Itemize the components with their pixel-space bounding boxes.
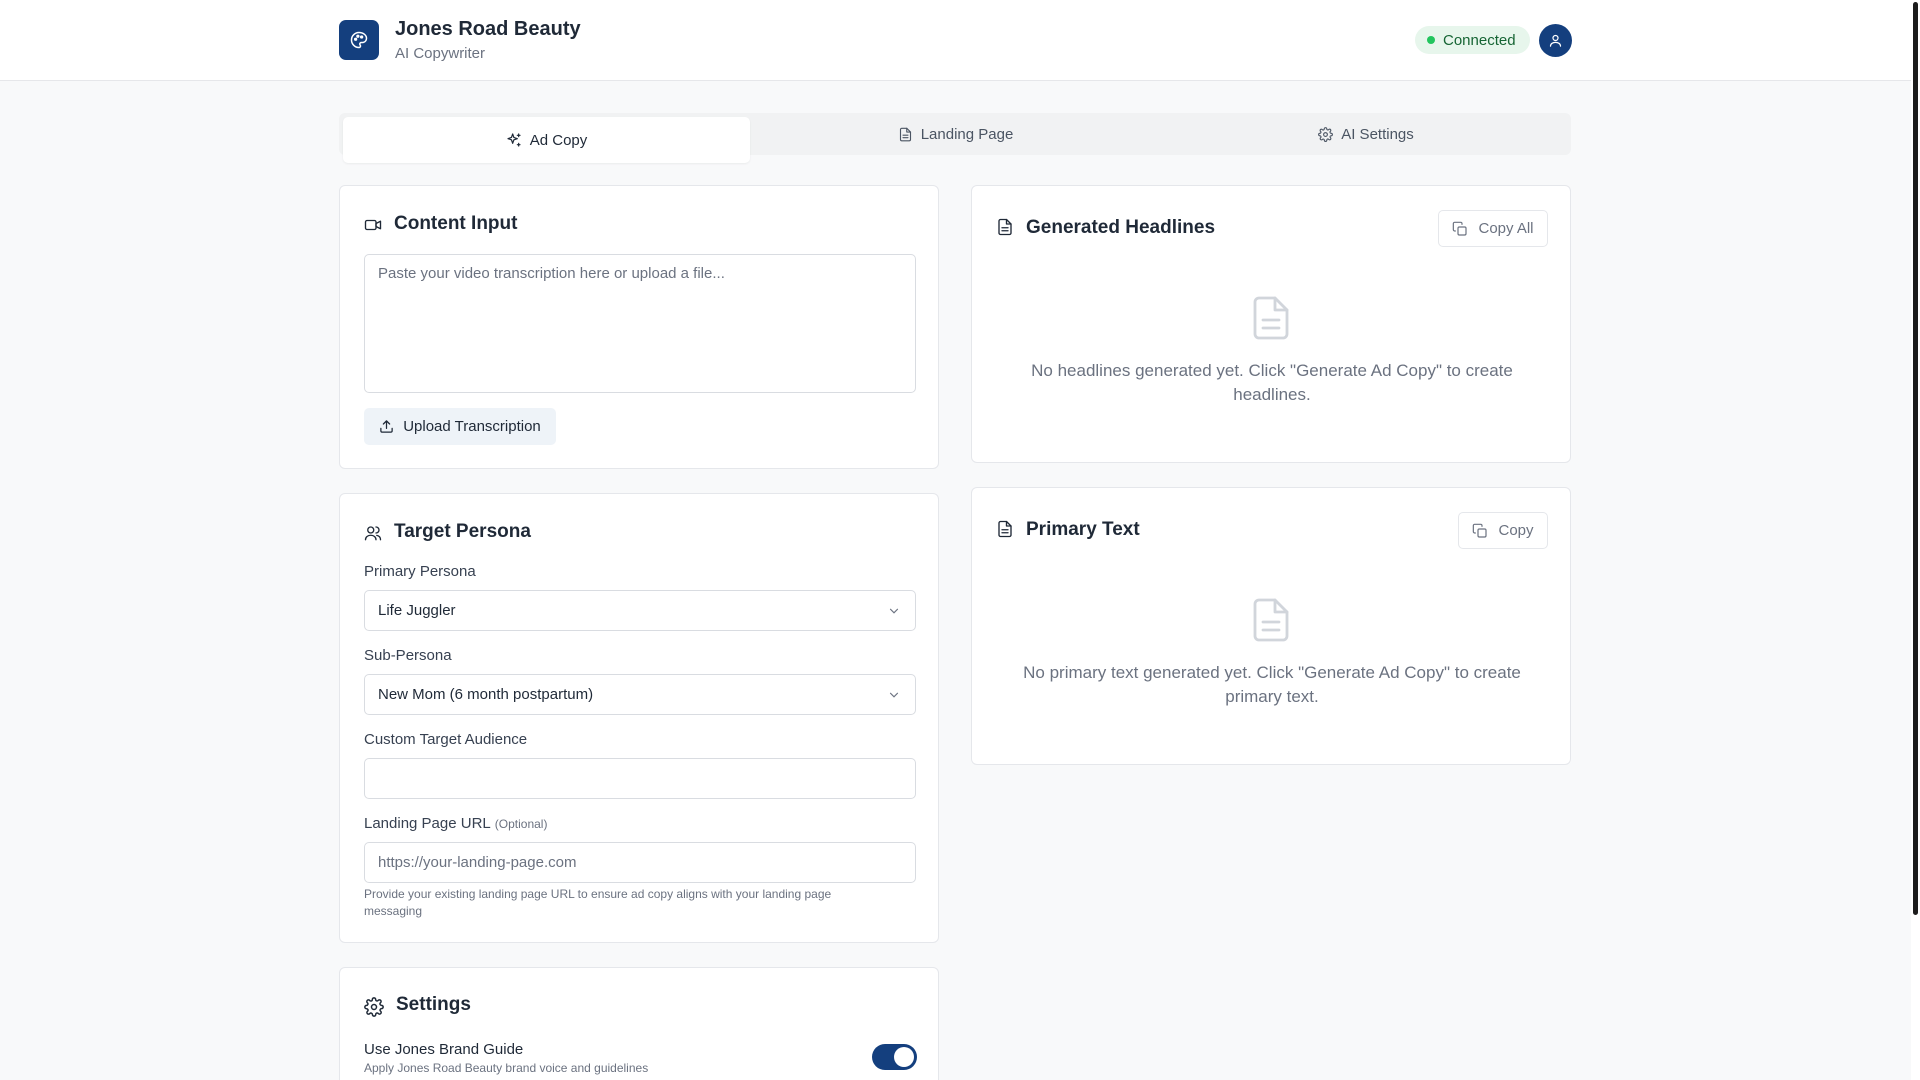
- empty-document-icon: [1247, 294, 1295, 347]
- card-title: Generated Headlines: [1026, 217, 1216, 238]
- brand-subtitle: AI Copywriter: [395, 45, 486, 62]
- tab-label: Landing Page: [920, 125, 1014, 143]
- upload-label: Upload Transcription: [403, 418, 541, 435]
- landing-url-input[interactable]: [364, 842, 916, 883]
- tab-landing-page[interactable]: Landing Page: [750, 113, 1161, 155]
- document-icon: [899, 127, 911, 141]
- copy-label: Copy: [1498, 522, 1534, 539]
- upload-icon: [380, 420, 393, 433]
- connection-status-badge: Connected: [1415, 26, 1530, 54]
- content-input-card: Content Input Upload Transcription: [339, 185, 939, 469]
- primary-text-empty-message: No primary text generated yet. Click "Ge…: [1023, 663, 1521, 706]
- target-persona-card: Target Persona Primary Persona Life Jugg…: [339, 493, 939, 943]
- card-title: Target Persona: [394, 521, 531, 542]
- generated-headlines-card: Generated Headlines Copy All No headline…: [971, 185, 1571, 463]
- transcription-textarea[interactable]: [364, 254, 916, 393]
- landing-url-helper: Provide your existing landing page URL t…: [364, 887, 832, 918]
- custom-audience-label: Custom Target Audience: [364, 731, 528, 748]
- main-tabs: Ad Copy Landing Page AI Settings: [339, 113, 1571, 163]
- select-value: Life Juggler: [378, 602, 456, 619]
- video-icon: [364, 216, 382, 234]
- headlines-empty-message: No headlines generated yet. Click "Gener…: [1031, 361, 1513, 404]
- tab-label: Ad Copy: [529, 131, 588, 149]
- brand-guide-label: Use Jones Brand Guide: [364, 1041, 524, 1058]
- user-icon: [1549, 34, 1562, 47]
- primary-persona-label: Primary Persona: [364, 563, 476, 580]
- select-value: New Mom (6 month postpartum): [378, 686, 594, 703]
- copy-all-button[interactable]: Copy All: [1438, 210, 1548, 247]
- brand-title: Jones Road Beauty: [395, 18, 581, 40]
- sub-persona-label: Sub-Persona: [364, 647, 452, 664]
- card-title: Content Input: [394, 213, 518, 234]
- brand-guide-description: Apply Jones Road Beauty brand voice and …: [364, 1061, 649, 1075]
- tab-ad-copy[interactable]: Ad Copy: [343, 117, 750, 163]
- toggle-knob: [894, 1047, 914, 1067]
- card-title: Settings: [396, 994, 471, 1015]
- document-icon: [996, 218, 1014, 236]
- chevron-down-icon: [889, 608, 899, 614]
- tab-ai-settings[interactable]: AI Settings: [1161, 113, 1571, 155]
- status-dot-icon: [1427, 36, 1435, 44]
- custom-audience-input[interactable]: [364, 758, 916, 799]
- gear-icon: [1318, 126, 1334, 142]
- settings-card: Settings Use Jones Brand Guide Apply Jon…: [339, 967, 939, 1080]
- card-title: Primary Text: [1026, 519, 1140, 540]
- status-label: Connected: [1443, 31, 1516, 49]
- copy-icon: [1453, 221, 1468, 236]
- user-avatar-button[interactable]: [1539, 24, 1572, 57]
- users-icon: [364, 524, 382, 542]
- scrollbar-thumb[interactable]: [1913, 2, 1918, 915]
- upload-transcription-button[interactable]: Upload Transcription: [364, 408, 556, 445]
- primary-text-card: Primary Text Copy No primary text genera…: [971, 487, 1571, 765]
- gear-icon: [364, 997, 384, 1017]
- sparkles-icon: [507, 133, 521, 147]
- landing-url-label: Landing Page URL (Optional): [364, 815, 547, 832]
- palette-icon: [339, 20, 379, 60]
- top-header: Jones Road Beauty AI Copywriter Connecte…: [0, 0, 1911, 81]
- sub-persona-select[interactable]: New Mom (6 month postpartum): [364, 674, 916, 715]
- brand-guide-toggle[interactable]: [872, 1044, 917, 1070]
- copy-label: Copy All: [1478, 220, 1534, 237]
- optional-tag: (Optional): [494, 817, 548, 831]
- chevron-down-icon: [889, 692, 899, 698]
- document-icon: [996, 520, 1014, 538]
- tab-label: AI Settings: [1341, 125, 1414, 143]
- copy-button[interactable]: Copy: [1458, 512, 1548, 549]
- landing-url-label-text: Landing Page URL: [364, 815, 491, 832]
- primary-persona-select[interactable]: Life Juggler: [364, 590, 916, 631]
- copy-icon: [1473, 523, 1488, 538]
- empty-document-icon: [1247, 596, 1295, 649]
